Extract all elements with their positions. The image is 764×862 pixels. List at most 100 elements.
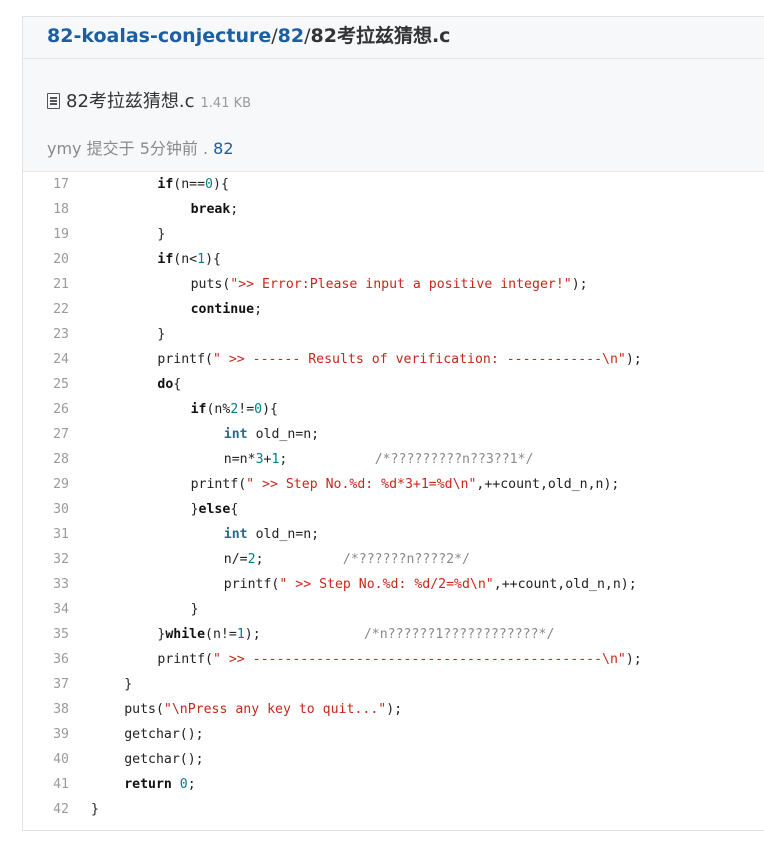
code-line: 27 int old_n=n; bbox=[23, 422, 764, 447]
code-token: printf( bbox=[223, 577, 280, 592]
line-number[interactable]: 37 bbox=[23, 672, 69, 697]
code-line: 29 printf(" >> Step No.%d: %d*3+1=%d\n",+… bbox=[23, 472, 764, 497]
code-token: n=n* bbox=[223, 452, 256, 467]
line-number[interactable]: 30 bbox=[23, 497, 69, 522]
code-line: 40 getchar(); bbox=[23, 747, 764, 772]
code-token: ); bbox=[571, 277, 588, 292]
code-line: 24 printf(" >> ------ Results of verifica… bbox=[23, 347, 764, 372]
code-line: 23} bbox=[23, 322, 764, 347]
code-text: continue; bbox=[91, 297, 262, 322]
code-line: 19} bbox=[23, 222, 764, 247]
code-text: if(n==0){ bbox=[91, 172, 229, 197]
code-token: 0 bbox=[205, 177, 213, 192]
line-number[interactable]: 18 bbox=[23, 197, 69, 222]
code-token: ); bbox=[244, 627, 364, 642]
code-token: /*n??????1????????????*/ bbox=[363, 627, 555, 642]
code-text: } bbox=[91, 597, 199, 622]
code-token: if bbox=[190, 402, 207, 417]
line-number[interactable]: 22 bbox=[23, 297, 69, 322]
code-token: 3 bbox=[255, 452, 264, 467]
code-token: printf( bbox=[190, 477, 247, 492]
code-token: old_n=n; bbox=[247, 527, 320, 542]
line-number[interactable]: 19 bbox=[23, 222, 69, 247]
code-text: getchar(); bbox=[91, 747, 204, 772]
breadcrumb-current-file: 82考拉兹猜想.c bbox=[310, 25, 451, 47]
code-token: } bbox=[124, 677, 133, 692]
code-token: int bbox=[223, 427, 248, 442]
code-token: break bbox=[190, 202, 231, 217]
commit-link[interactable]: 82 bbox=[213, 139, 233, 158]
code-token: 1 bbox=[197, 252, 206, 267]
line-number[interactable]: 25 bbox=[23, 372, 69, 397]
line-number[interactable]: 23 bbox=[23, 322, 69, 347]
code-line: 32 n/=2; /*??????n????2*/ bbox=[23, 547, 764, 572]
code-line: 39 getchar(); bbox=[23, 722, 764, 747]
line-number[interactable]: 41 bbox=[23, 772, 69, 797]
code-token: (n< bbox=[173, 252, 198, 267]
code-token: { bbox=[173, 377, 182, 392]
code-token: (n% bbox=[206, 402, 231, 417]
code-token: ; bbox=[255, 552, 343, 567]
code-line: 33 printf(" >> Step No.%d: %d/2=%d\n",++c… bbox=[23, 572, 764, 597]
line-number[interactable]: 36 bbox=[23, 647, 69, 672]
code-text: n/=2; /*??????n????2*/ bbox=[91, 547, 470, 572]
code-text: } bbox=[91, 672, 132, 697]
code-line: 38 puts("\nPress any key to quit..."); bbox=[23, 697, 764, 722]
code-line: 22 continue; bbox=[23, 297, 764, 322]
code-text: printf(" >> Step No.%d: %d/2=%d\n",++cou… bbox=[91, 572, 637, 597]
code-token: /*??????n????2*/ bbox=[342, 552, 470, 567]
code-token: continue bbox=[190, 302, 255, 317]
code-token: (n== bbox=[173, 177, 206, 192]
line-number[interactable]: 38 bbox=[23, 697, 69, 722]
line-number[interactable]: 35 bbox=[23, 622, 69, 647]
code-token: ">> Error:Please input a positive intege… bbox=[230, 277, 572, 292]
code-token: getchar(); bbox=[124, 752, 204, 767]
code-token: ); bbox=[625, 652, 642, 667]
file-name: 82考拉兹猜想.c bbox=[66, 91, 195, 112]
code-token: puts( bbox=[124, 702, 164, 717]
code-token: ){ bbox=[205, 252, 221, 267]
code-token: /*?????????n??3??1*/ bbox=[374, 452, 534, 467]
code-token: do bbox=[157, 377, 174, 392]
code-line: 41 return 0; bbox=[23, 772, 764, 797]
code-text: int old_n=n; bbox=[91, 422, 319, 447]
line-number[interactable]: 33 bbox=[23, 572, 69, 597]
line-number[interactable]: 29 bbox=[23, 472, 69, 497]
code-token: ; bbox=[254, 302, 263, 317]
code-token: printf( bbox=[157, 652, 213, 667]
code-line: 31 int old_n=n; bbox=[23, 522, 764, 547]
code-token: ){ bbox=[262, 402, 278, 417]
code-token: ; bbox=[230, 202, 239, 217]
line-number[interactable]: 32 bbox=[23, 547, 69, 572]
line-number[interactable]: 31 bbox=[23, 522, 69, 547]
code-token: } bbox=[91, 802, 99, 817]
breadcrumb-folder-link[interactable]: 82 bbox=[278, 25, 304, 47]
code-text: getchar(); bbox=[91, 722, 203, 747]
line-number[interactable]: 26 bbox=[23, 397, 69, 422]
file-size: 1.41 KB bbox=[200, 96, 252, 111]
line-number[interactable]: 28 bbox=[23, 447, 69, 472]
line-number[interactable]: 17 bbox=[23, 172, 69, 197]
code-line: 21 puts(">> Error:Please input a positive… bbox=[23, 272, 764, 297]
file-header: 82考拉兹猜想.c 1.41 KB ymy 提交于 5分钟前 . 82 bbox=[23, 59, 764, 172]
line-number[interactable]: 20 bbox=[23, 247, 69, 272]
line-number[interactable]: 27 bbox=[23, 422, 69, 447]
code-line: 25 do{ bbox=[23, 372, 764, 397]
line-number[interactable]: 34 bbox=[23, 597, 69, 622]
code-token: if bbox=[157, 252, 174, 267]
line-number[interactable]: 39 bbox=[23, 722, 69, 747]
code-token: 0 bbox=[179, 777, 188, 792]
line-number[interactable]: 24 bbox=[23, 347, 69, 372]
breadcrumb-repo-link[interactable]: 82-koalas-conjecture bbox=[47, 25, 271, 47]
code-line: 28 n=n*3+1; /*?????????n??3??1*/ bbox=[23, 447, 764, 472]
line-number[interactable]: 42 bbox=[23, 797, 69, 822]
code-token: ,++count,old_n,n); bbox=[493, 577, 637, 592]
code-line: 37} bbox=[23, 672, 764, 697]
line-number[interactable]: 21 bbox=[23, 272, 69, 297]
document-icon bbox=[47, 93, 60, 109]
line-number[interactable]: 40 bbox=[23, 747, 69, 772]
code-text: printf(" >> ----------------------------… bbox=[91, 647, 642, 672]
code-text: printf(" >> ------ Results of verificati… bbox=[91, 347, 641, 372]
code-line: 34} bbox=[23, 597, 764, 622]
code-token: return bbox=[124, 777, 172, 792]
